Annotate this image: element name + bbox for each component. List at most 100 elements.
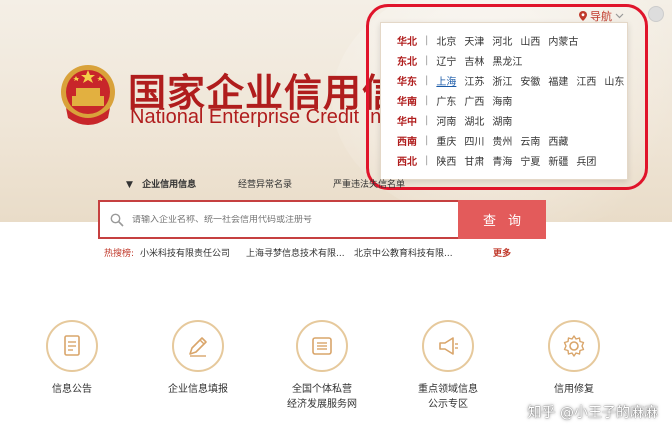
region-city-link[interactable]: 黑龙江 (492, 53, 522, 68)
search-input[interactable] (132, 214, 432, 225)
service-credit-repair[interactable]: 信用修复 (522, 320, 626, 397)
region-row: 西南 | 重庆 四川 贵州 云南 西藏 (397, 133, 576, 148)
service-label-line: 重点领域信息 (418, 384, 478, 395)
region-city-link[interactable]: 新疆 (548, 153, 568, 168)
region-city-link[interactable]: 江西 (576, 73, 596, 88)
region-separator: | (425, 95, 429, 106)
search-button[interactable]: 查询 (458, 200, 546, 239)
search-category-tabs: ▼ 企业信用信息 经营异常名录 严重违法失信名单 (0, 177, 672, 193)
list-icon (312, 337, 332, 355)
region-separator: | (425, 155, 429, 166)
region-name: 东北 (397, 57, 417, 68)
service-icon-ring (46, 320, 98, 372)
hot-search-more-link[interactable]: 更多 (493, 246, 511, 259)
region-name: 西南 (397, 137, 417, 148)
site-title-en: National Enterprise Credit Info (130, 106, 398, 128)
region-city-link[interactable]: 上海 (436, 73, 456, 88)
region-city-link[interactable]: 天津 (464, 33, 484, 48)
region-city-link[interactable]: 内蒙古 (548, 33, 578, 48)
chevron-down-icon (615, 13, 624, 19)
region-city-link[interactable]: 陕西 (436, 153, 456, 168)
service-key-areas[interactable]: 重点领域信息 公示专区 (396, 320, 500, 412)
region-row: 华北 | 北京 天津 河北 山西 内蒙古 (397, 33, 586, 48)
service-icon-ring (548, 320, 600, 372)
region-name: 华中 (397, 117, 417, 128)
region-row: 东北 | 辽宁 吉林 黑龙江 (397, 53, 530, 68)
hot-search-label: 热搜榜: (104, 249, 135, 259)
service-label: 企业信息填报 (168, 384, 228, 395)
national-emblem-logo (58, 62, 118, 128)
region-city-link[interactable]: 福建 (548, 73, 568, 88)
region-city-link[interactable]: 西藏 (548, 133, 568, 148)
service-private-economy[interactable]: 全国个体私营 经济发展服务网 (270, 320, 374, 412)
region-city-link[interactable]: 甘肃 (464, 153, 484, 168)
gear-icon (563, 335, 585, 357)
service-label-line: 公示专区 (428, 399, 468, 410)
region-city-link[interactable]: 广东 (436, 93, 456, 108)
region-city-link[interactable]: 河南 (436, 113, 456, 128)
region-city-link[interactable]: 山西 (520, 33, 540, 48)
region-dropdown-panel: 华北 | 北京 天津 河北 山西 内蒙古 东北 | 辽宁 吉林 黑龙江 华东 | 上海 江苏 浙江 安徽 福建 江西山… (380, 22, 628, 180)
tab-label: 企业信用信息 (142, 180, 197, 190)
hot-search-item[interactable]: 上海寻梦信息技术有限... (246, 246, 345, 259)
region-city-link[interactable]: 安徽 (520, 73, 540, 88)
service-icon-ring (422, 320, 474, 372)
region-separator: | (425, 75, 429, 86)
region-city-link[interactable]: 浙江 (492, 73, 512, 88)
region-city-link[interactable]: 重庆 (436, 133, 456, 148)
tab-active-marker: ▼ (126, 180, 133, 190)
tab-label: 经营异常名录 (238, 180, 293, 190)
region-city-link[interactable]: 四川 (464, 133, 484, 148)
tab-serious-violations[interactable]: 严重违法失信名单 (333, 177, 405, 190)
region-city-link[interactable]: 吉林 (464, 53, 484, 68)
location-pin-icon (579, 11, 587, 21)
region-name: 华东 (397, 77, 417, 88)
region-city-link[interactable]: 贵州 (492, 133, 512, 148)
megaphone-icon (439, 337, 458, 355)
region-city-link[interactable]: 宁夏 (520, 153, 540, 168)
tab-label: 严重违法失信名单 (333, 180, 406, 190)
service-label-line: 全国个体私营 (292, 384, 352, 395)
region-separator: | (425, 115, 429, 126)
service-label-line: 经济发展服务网 (287, 399, 357, 410)
region-city-link[interactable]: 北京 (436, 33, 456, 48)
region-city-link[interactable]: 湖南 (492, 113, 512, 128)
hot-search-item[interactable]: 小米科技有限责任公司 (140, 246, 230, 259)
watermark-text: 知乎 @小王子的麻麻 (527, 405, 658, 421)
region-city-link[interactable]: 辽宁 (436, 53, 456, 68)
service-enterprise-report[interactable]: 企业信息填报 (146, 320, 250, 397)
region-city-link[interactable]: 云南 (520, 133, 540, 148)
service-label: 全国个体私营 经济发展服务网 (270, 382, 374, 412)
hot-search-item[interactable]: 北京中公教育科技有限... (354, 246, 453, 259)
region-row: 华南 | 广东 广西 海南 (397, 93, 520, 108)
service-icon-ring (296, 320, 348, 372)
region-name: 西北 (397, 157, 417, 168)
service-info-announcement[interactable]: 信息公告 (20, 320, 124, 397)
service-label: 信息公告 (52, 384, 92, 395)
tab-enterprise-credit[interactable]: ▼ 企业信用信息 (126, 177, 196, 190)
hot-search-bar: 热搜榜: 小米科技有限责任公司 上海寻梦信息技术有限... 北京中公教育科技有限… (104, 246, 524, 259)
service-icon-ring (172, 320, 224, 372)
region-separator: | (425, 55, 429, 66)
region-city-link[interactable]: 湖北 (464, 113, 484, 128)
region-city-link[interactable]: 兵团 (576, 153, 596, 168)
region-separator: | (425, 135, 429, 146)
tab-abnormal-operations[interactable]: 经营异常名录 (238, 177, 292, 190)
region-separator: | (425, 35, 429, 46)
region-city-link[interactable]: 青海 (492, 153, 512, 168)
region-city-link[interactable]: 江苏 (464, 73, 484, 88)
region-name: 华北 (397, 37, 417, 48)
region-name: 华南 (397, 97, 417, 108)
region-row: 华东 | 上海 江苏 浙江 安徽 福建 江西 山东 (397, 73, 632, 88)
pen-icon (189, 337, 207, 357)
service-label: 重点领域信息 公示专区 (396, 382, 500, 412)
search-box (98, 200, 458, 239)
region-city-link[interactable]: 广西 (464, 93, 484, 108)
region-row: 华中 | 河南 湖北 湖南 (397, 113, 520, 128)
search-icon (110, 213, 124, 227)
user-avatar[interactable] (648, 6, 664, 22)
region-city-link[interactable]: 海南 (492, 93, 512, 108)
document-icon (64, 335, 80, 356)
region-city-link[interactable]: 山东 (604, 73, 624, 88)
region-city-link[interactable]: 河北 (492, 33, 512, 48)
